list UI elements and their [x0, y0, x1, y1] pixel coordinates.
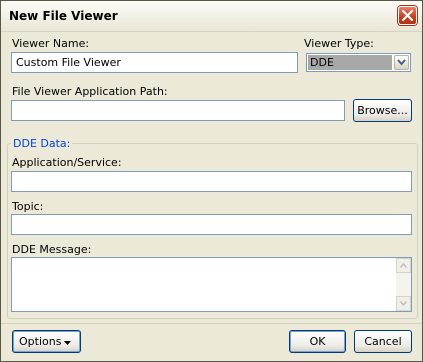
dde-message-label: DDE Message: [12, 243, 92, 256]
title-bar: New File Viewer [1, 1, 422, 32]
scroll-up-button[interactable] [396, 258, 411, 273]
options-button[interactable]: Options [12, 330, 81, 353]
chevron-down-icon [397, 59, 406, 66]
application-service-input[interactable] [11, 171, 412, 192]
dialog-window: New File Viewer Viewer Name: Custom File… [0, 0, 423, 362]
topic-label: Topic: [12, 200, 44, 213]
dde-message-textarea[interactable] [11, 257, 412, 312]
dialog-title: New File Viewer [9, 9, 118, 23]
topic-input[interactable] [11, 214, 412, 235]
dde-message-scrollbar[interactable] [396, 258, 411, 311]
viewer-type-select[interactable]: DDE [306, 53, 411, 72]
application-service-label: Application/Service: [12, 156, 122, 169]
scroll-down-button[interactable] [396, 296, 411, 311]
viewer-type-label: Viewer Type: [304, 37, 374, 50]
ok-button[interactable]: OK [289, 330, 346, 353]
viewer-name-label: Viewer Name: [12, 37, 90, 50]
viewer-name-input[interactable]: Custom File Viewer [11, 52, 298, 73]
app-path-input[interactable] [11, 100, 345, 121]
scroll-up-icon [400, 263, 407, 268]
close-icon [402, 10, 413, 21]
dde-group-title: DDE Data: [11, 137, 73, 150]
viewer-type-selected: DDE [308, 55, 392, 70]
viewer-type-dropdown-button[interactable] [394, 55, 409, 70]
close-button[interactable] [398, 6, 417, 25]
footer-separator [1, 323, 422, 324]
scroll-down-icon [400, 301, 407, 306]
cancel-button[interactable]: Cancel [354, 330, 412, 353]
options-dropdown-icon [64, 341, 71, 345]
app-path-label: File Viewer Application Path: [12, 85, 168, 98]
options-label: Options [19, 335, 62, 348]
browse-button[interactable]: Browse... [353, 99, 412, 122]
